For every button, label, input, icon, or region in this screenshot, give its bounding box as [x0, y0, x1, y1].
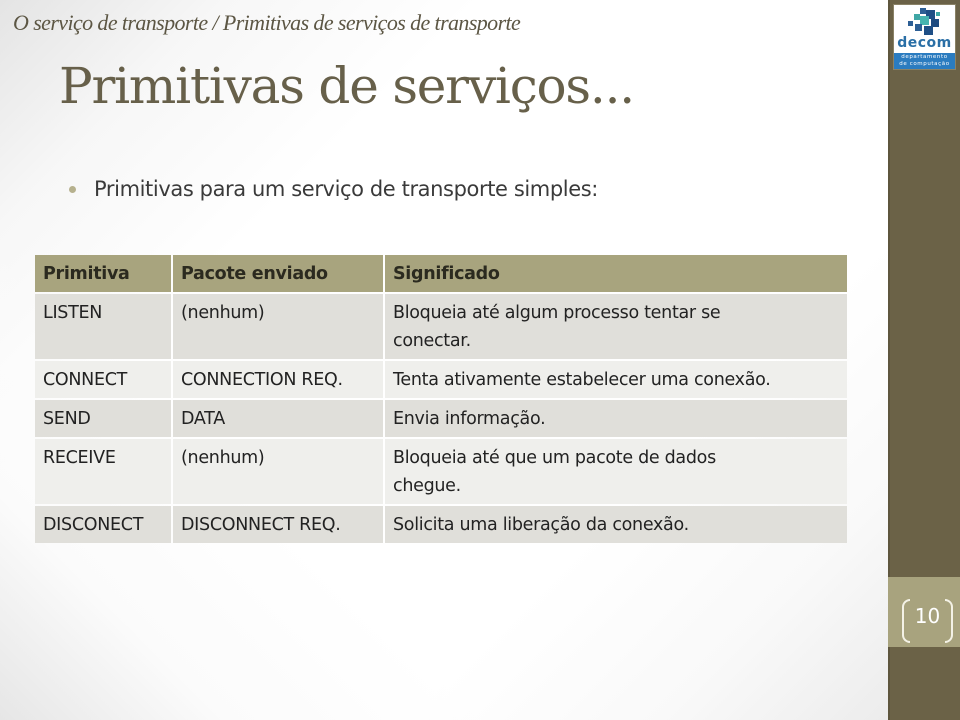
cell-packet: (nenhum) [173, 294, 383, 359]
header-pacote-enviado: Pacote enviado [173, 255, 383, 292]
cell-primitive: DISCONECT [35, 506, 171, 543]
cell-meaning: Solicita uma liberação da conexão. [385, 506, 847, 543]
table-row: CONNECT CONNECTION REQ. Tenta ativamente… [35, 361, 847, 398]
cell-meaning: Bloqueia até que um pacote de dados cheg… [385, 439, 847, 504]
cell-packet: (nenhum) [173, 439, 383, 504]
decom-squares-logo-icon [908, 8, 940, 35]
logo-subtitle-line2: de computação [899, 61, 950, 67]
cell-primitive: RECEIVE [35, 439, 171, 504]
table-row: RECEIVE (nenhum) Bloqueia até que um pac… [35, 439, 847, 504]
logo-subtitle-line1: departamento [901, 54, 948, 60]
table-header-row: Primitiva Pacote enviado Significado [35, 255, 847, 292]
breadcrumb: O serviço de transporte / Primitivas de … [13, 10, 521, 35]
right-bracket-icon [945, 599, 953, 643]
page-number: 10 [914, 604, 941, 628]
table-row: LISTEN (nenhum) Bloqueia até algum proce… [35, 294, 847, 359]
cell-packet: CONNECTION REQ. [173, 361, 383, 398]
primitives-table: Primitiva Pacote enviado Significado LIS… [33, 253, 849, 545]
table-row: DISCONECT DISCONNECT REQ. Solicita uma l… [35, 506, 847, 543]
cell-primitive: LISTEN [35, 294, 171, 359]
bullet-item: Primitivas para um serviço de transporte… [69, 177, 598, 201]
cell-meaning: Bloqueia até algum processo tentar se co… [385, 294, 847, 359]
cell-packet: DISCONNECT REQ. [173, 506, 383, 543]
page-title: Primitivas de serviços... [59, 57, 635, 115]
page-number-band: 10 [888, 577, 960, 647]
logo-wordmark: decom [897, 35, 952, 51]
logo-subtitle: departamento de computação [894, 53, 955, 69]
cell-primitive: CONNECT [35, 361, 171, 398]
cell-meaning: Envia informação. [385, 400, 847, 437]
bullet-dot-icon [69, 185, 76, 193]
cell-primitive: SEND [35, 400, 171, 437]
table-row: SEND DATA Envia informação. [35, 400, 847, 437]
header-significado: Significado [385, 255, 847, 292]
decom-logo: decom departamento de computação [894, 5, 955, 69]
cell-meaning: Tenta ativamente estabelecer uma conexão… [385, 361, 847, 398]
header-primitiva: Primitiva [35, 255, 171, 292]
left-bracket-icon [902, 599, 910, 643]
bullet-text: Primitivas para um serviço de transporte… [94, 177, 598, 201]
cell-packet: DATA [173, 400, 383, 437]
